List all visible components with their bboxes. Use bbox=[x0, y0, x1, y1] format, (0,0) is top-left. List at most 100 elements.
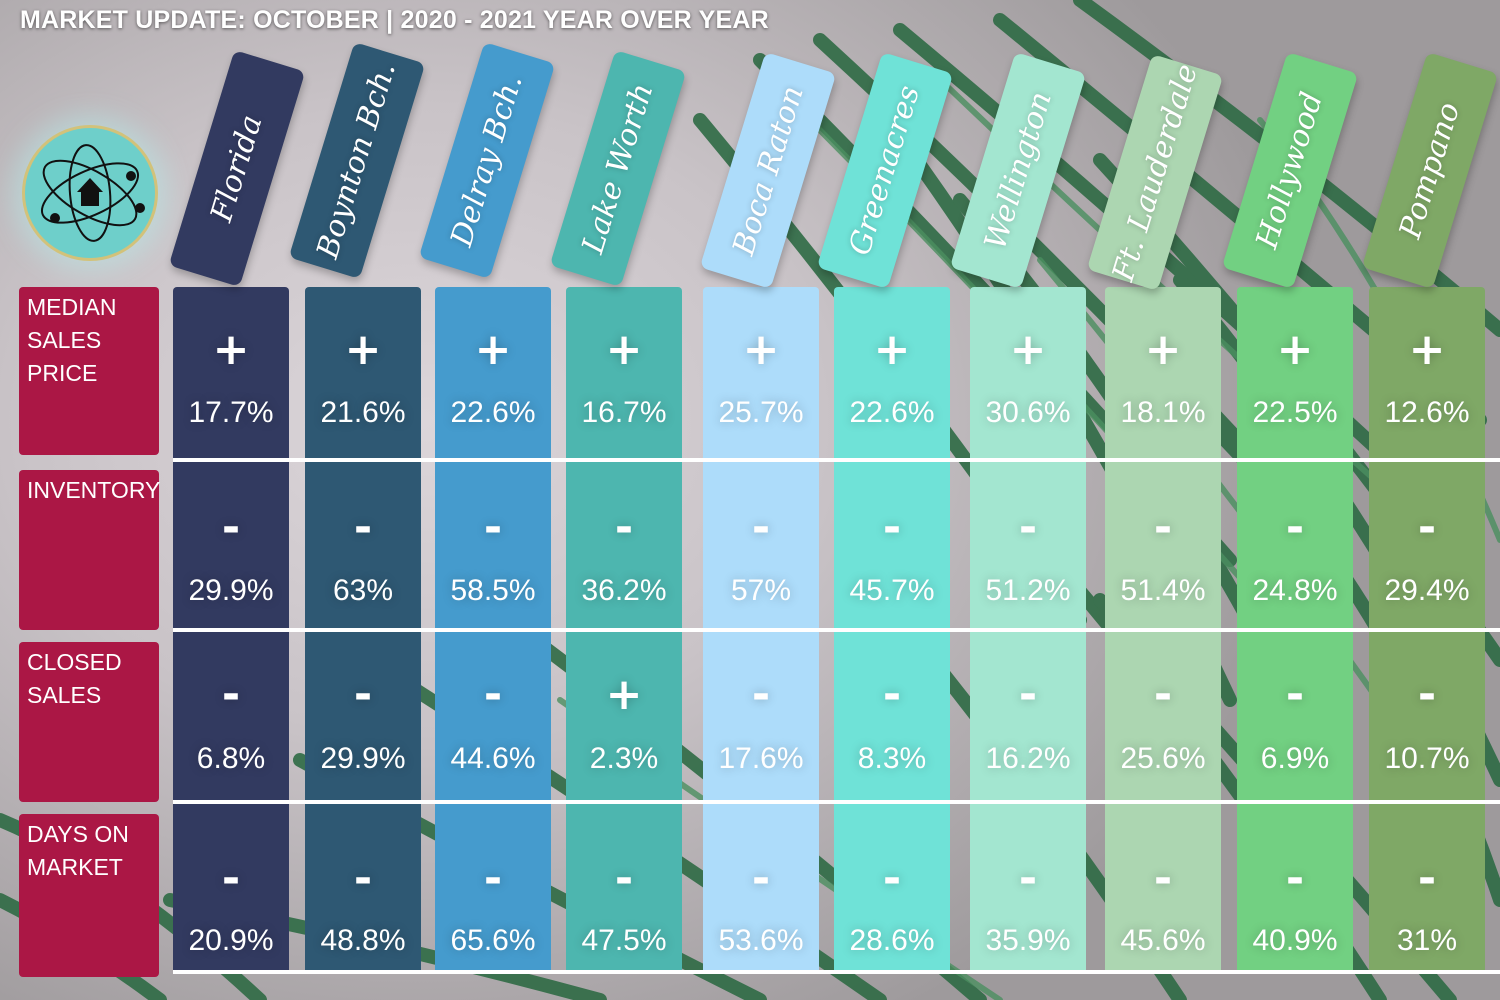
minus-icon: - bbox=[1153, 669, 1173, 720]
plus-icon: + bbox=[344, 324, 382, 375]
minus-icon: - bbox=[353, 853, 373, 904]
row-label-line: DAYS ON bbox=[27, 821, 129, 847]
change-value-inventory: 58.5% bbox=[450, 574, 536, 607]
minus-icon: - bbox=[1285, 502, 1305, 553]
change-value-median-sales-price: 21.6% bbox=[320, 396, 406, 429]
change-value-inventory: 57% bbox=[730, 574, 792, 607]
page-title: MARKET UPDATE: OCTOBER | 2020 - 2021 YEA… bbox=[20, 6, 769, 34]
row-label-line: SALES bbox=[27, 327, 102, 353]
change-value-closed-sales: 8.3% bbox=[857, 742, 927, 775]
minus-icon: - bbox=[614, 502, 634, 553]
plus-icon: + bbox=[742, 324, 780, 375]
minus-icon: - bbox=[1285, 853, 1305, 904]
change-value-days-on-market: 45.6% bbox=[1120, 924, 1206, 957]
change-value-days-on-market: 65.6% bbox=[450, 924, 536, 957]
minus-icon: - bbox=[353, 502, 373, 553]
minus-icon: - bbox=[751, 853, 771, 904]
change-value-days-on-market: 53.6% bbox=[718, 924, 804, 957]
change-value-days-on-market: 40.9% bbox=[1252, 924, 1338, 957]
change-value-closed-sales: 6.9% bbox=[1260, 742, 1330, 775]
row-label-median-sales-price: MEDIAN SALES PRICE bbox=[19, 287, 159, 455]
row-label-line: CLOSED bbox=[27, 649, 122, 675]
minus-icon: - bbox=[751, 502, 771, 553]
change-value-closed-sales: 6.8% bbox=[196, 742, 266, 775]
change-value-closed-sales: 44.6% bbox=[450, 742, 536, 775]
change-value-closed-sales: 29.9% bbox=[320, 742, 406, 775]
change-value-days-on-market: 48.8% bbox=[320, 924, 406, 957]
atom-house-icon bbox=[40, 144, 145, 242]
change-value-days-on-market: 47.5% bbox=[581, 924, 667, 957]
minus-icon: - bbox=[882, 853, 902, 904]
change-value-days-on-market: 31% bbox=[1396, 924, 1458, 957]
plus-icon: + bbox=[1144, 324, 1182, 375]
change-value-median-sales-price: 16.7% bbox=[581, 396, 667, 429]
plus-icon: + bbox=[1009, 324, 1047, 375]
minus-icon: - bbox=[1018, 669, 1038, 720]
change-value-days-on-market: 35.9% bbox=[985, 924, 1071, 957]
change-value-inventory: 29.9% bbox=[188, 574, 274, 607]
plus-icon: + bbox=[605, 324, 643, 375]
row-label-line: MARKET bbox=[27, 854, 123, 880]
row-label-closed-sales: CLOSED SALES bbox=[19, 642, 159, 802]
minus-icon: - bbox=[483, 853, 503, 904]
row-label-line: PRICE bbox=[27, 360, 98, 386]
plus-icon: + bbox=[873, 324, 911, 375]
change-value-days-on-market: 20.9% bbox=[188, 924, 274, 957]
row-label-line: INVENTORY bbox=[27, 477, 161, 503]
change-value-median-sales-price: 22.5% bbox=[1252, 396, 1338, 429]
minus-icon: - bbox=[1018, 853, 1038, 904]
minus-icon: - bbox=[1018, 502, 1038, 553]
change-value-inventory: 24.8% bbox=[1252, 574, 1338, 607]
row-label-days-on-market: DAYS ON MARKET bbox=[19, 814, 159, 977]
minus-icon: - bbox=[483, 669, 503, 720]
row-label-line: MEDIAN bbox=[27, 294, 117, 320]
row-divider bbox=[173, 970, 1500, 974]
change-value-inventory: 36.2% bbox=[581, 574, 667, 607]
change-value-days-on-market: 28.6% bbox=[849, 924, 935, 957]
change-value-closed-sales: 25.6% bbox=[1120, 742, 1206, 775]
change-value-closed-sales: 16.2% bbox=[985, 742, 1071, 775]
row-label-inventory: INVENTORY bbox=[19, 470, 161, 630]
change-value-median-sales-price: 22.6% bbox=[849, 396, 935, 429]
minus-icon: - bbox=[221, 502, 241, 553]
row-divider bbox=[173, 800, 1500, 804]
minus-icon: - bbox=[1417, 853, 1437, 904]
minus-icon: - bbox=[353, 669, 373, 720]
change-value-closed-sales: 10.7% bbox=[1384, 742, 1470, 775]
change-value-median-sales-price: 22.6% bbox=[450, 396, 536, 429]
minus-icon: - bbox=[1417, 669, 1437, 720]
change-value-median-sales-price: 18.1% bbox=[1120, 396, 1206, 429]
change-value-inventory: 51.2% bbox=[985, 574, 1071, 607]
change-value-closed-sales: 17.6% bbox=[718, 742, 804, 775]
row-divider bbox=[173, 458, 1500, 462]
logo bbox=[22, 125, 158, 261]
change-value-inventory: 45.7% bbox=[849, 574, 935, 607]
minus-icon: - bbox=[1417, 502, 1437, 553]
minus-icon: - bbox=[1285, 669, 1305, 720]
plus-icon: + bbox=[1276, 324, 1314, 375]
change-value-median-sales-price: 25.7% bbox=[718, 396, 804, 429]
minus-icon: - bbox=[1153, 853, 1173, 904]
minus-icon: - bbox=[882, 502, 902, 553]
minus-icon: - bbox=[882, 669, 902, 720]
minus-icon: - bbox=[483, 502, 503, 553]
row-divider bbox=[173, 628, 1500, 632]
change-value-median-sales-price: 12.6% bbox=[1384, 396, 1470, 429]
row-label-line: SALES bbox=[27, 682, 102, 708]
plus-icon: + bbox=[1408, 324, 1446, 375]
minus-icon: - bbox=[1153, 502, 1173, 553]
change-value-median-sales-price: 17.7% bbox=[188, 396, 274, 429]
minus-icon: - bbox=[751, 669, 771, 720]
change-value-inventory: 51.4% bbox=[1120, 574, 1206, 607]
change-value-inventory: 63% bbox=[332, 574, 394, 607]
change-value-median-sales-price: 30.6% bbox=[985, 396, 1071, 429]
change-value-inventory: 29.4% bbox=[1384, 574, 1470, 607]
change-value-closed-sales: 2.3% bbox=[589, 742, 659, 775]
plus-icon: + bbox=[212, 324, 250, 375]
minus-icon: - bbox=[221, 853, 241, 904]
plus-icon: + bbox=[474, 324, 512, 375]
minus-icon: - bbox=[221, 669, 241, 720]
plus-icon: + bbox=[605, 669, 643, 720]
column-header-label: Florida bbox=[204, 111, 270, 226]
minus-icon: - bbox=[614, 853, 634, 904]
